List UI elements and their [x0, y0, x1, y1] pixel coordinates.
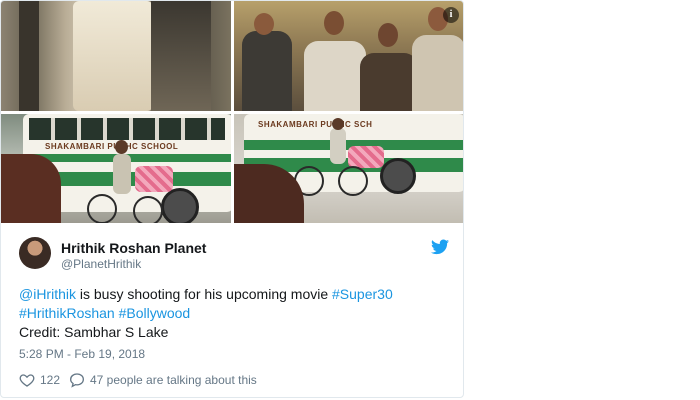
- tweet-text: @iHrithik is busy shooting for his upcom…: [19, 285, 449, 342]
- like-count[interactable]: 122: [40, 373, 60, 387]
- author-handle[interactable]: @PlanetHrithik: [61, 257, 141, 271]
- tweet-body-text: is busy shooting for his upcoming movie: [76, 286, 333, 302]
- photo-1[interactable]: [1, 1, 231, 111]
- photo-4[interactable]: SHAKAMBARI PUBHC SCH: [234, 114, 463, 223]
- hashtag-bollywood[interactable]: #Bollywood: [119, 305, 191, 321]
- twitter-bird-icon[interactable]: [431, 239, 449, 255]
- info-icon[interactable]: i: [443, 7, 459, 23]
- hashtag-hrithikroshan[interactable]: #HrithikRoshan: [19, 305, 115, 321]
- heart-icon[interactable]: [19, 372, 35, 388]
- photo-2[interactable]: i: [234, 1, 463, 111]
- hashtag-super30[interactable]: #Super30: [332, 286, 393, 302]
- bus-label: SHAKAMBARI PUBHC SCHOOL: [45, 142, 179, 151]
- author-display-name[interactable]: Hrithik Roshan Planet: [61, 240, 206, 256]
- avatar[interactable]: [19, 237, 51, 269]
- media-grid[interactable]: i SHAKAMBARI PUBHC SCHOOL SHAKAMBARI PUB…: [1, 1, 463, 223]
- bus-label-right: SHAKAMBARI PUBHC SCH: [258, 120, 373, 129]
- credit-text: Credit: Sambhar S Lake: [19, 324, 169, 340]
- reply-bubble-icon[interactable]: [69, 372, 85, 388]
- tweet-card: i SHAKAMBARI PUBHC SCHOOL SHAKAMBARI PUB…: [0, 0, 464, 398]
- photo-3[interactable]: SHAKAMBARI PUBHC SCHOOL: [1, 114, 231, 223]
- talking-count[interactable]: 47 people are talking about this: [90, 373, 257, 387]
- tweet-timestamp[interactable]: 5:28 PM - Feb 19, 2018: [19, 347, 145, 361]
- mention-link[interactable]: @iHrithik: [19, 286, 76, 302]
- tweet-author[interactable]: Hrithik Roshan Planet @PlanetHrithik: [19, 237, 449, 273]
